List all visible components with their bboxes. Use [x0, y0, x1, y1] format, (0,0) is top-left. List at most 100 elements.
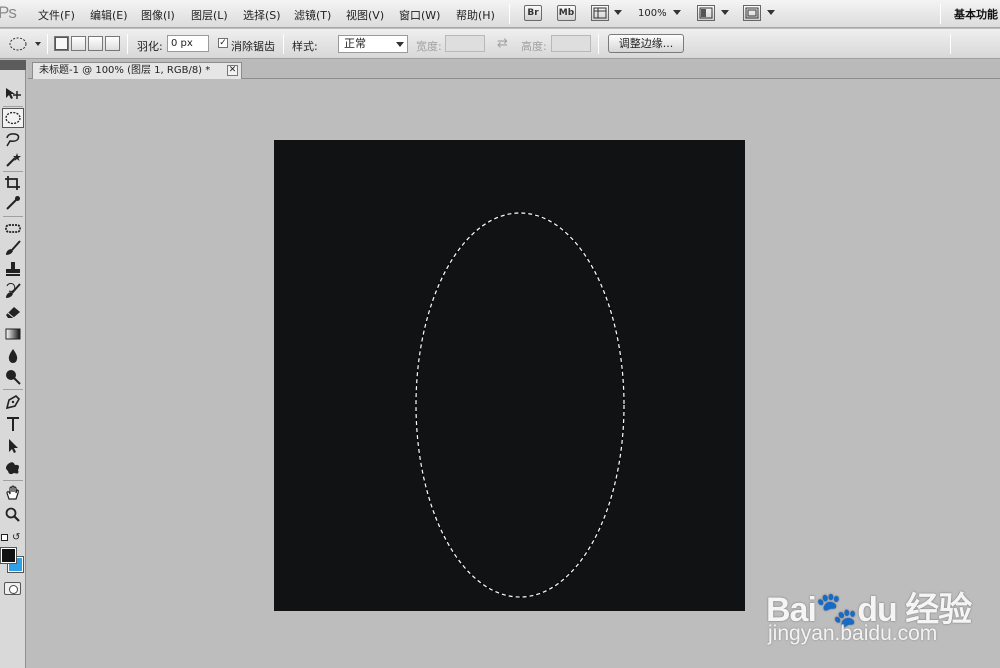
menu-edit[interactable]: 编辑(E): [90, 7, 128, 23]
menu-select[interactable]: 选择(S): [243, 7, 281, 23]
style-select[interactable]: 正常: [338, 35, 408, 53]
eraser-tool[interactable]: [2, 302, 24, 322]
magic-wand-tool[interactable]: [2, 150, 24, 170]
lasso-tool[interactable]: [2, 130, 24, 150]
drop-icon: [8, 349, 18, 363]
separator: [3, 480, 23, 481]
crop-tool[interactable]: [2, 173, 24, 193]
swap-colors-icon[interactable]: ↺: [12, 532, 20, 543]
separator: [283, 34, 284, 54]
move-tool[interactable]: [2, 84, 24, 104]
stamp-icon: [6, 262, 20, 276]
style-label: 样式:: [292, 40, 318, 53]
brush-tool[interactable]: [2, 238, 24, 258]
workspace-switcher[interactable]: 基本功能: [954, 6, 998, 22]
shape-icon: [6, 462, 19, 475]
history-brush-tool[interactable]: [2, 281, 24, 301]
eraser-icon: [6, 307, 20, 319]
brush-icon: [6, 240, 21, 255]
clone-stamp-tool[interactable]: [2, 259, 24, 279]
separator: [3, 389, 23, 390]
gradient-tool[interactable]: [2, 324, 24, 344]
menu-help[interactable]: 帮助(H): [456, 7, 495, 23]
feather-label: 羽化:: [137, 40, 163, 53]
grid-icon: [593, 7, 607, 19]
bandage-icon: [5, 224, 21, 233]
swap-dimensions-icon[interactable]: ⇄: [497, 36, 508, 51]
gradient-icon: [5, 328, 21, 340]
spot-healing-brush-tool[interactable]: [2, 218, 24, 238]
hand-tool[interactable]: [2, 483, 24, 503]
foreground-color-swatch[interactable]: [0, 547, 17, 564]
app-logo: Ps: [0, 3, 17, 22]
custom-shape-tool[interactable]: [2, 458, 24, 478]
arrow-pointer-icon: [9, 439, 18, 453]
lasso-icon: [6, 133, 20, 147]
type-tool[interactable]: [2, 414, 24, 434]
separator: [47, 34, 48, 54]
dodge-icon: [6, 370, 21, 385]
elliptical-selection-marquee[interactable]: [274, 140, 745, 611]
subtract-from-selection-button[interactable]: [88, 36, 103, 51]
view-extras-button[interactable]: [591, 5, 609, 21]
style-select-value: 正常: [344, 37, 366, 50]
menu-filter[interactable]: 滤镜(T): [294, 7, 331, 23]
feather-input[interactable]: 0 px: [167, 35, 209, 52]
chevron-down-icon[interactable]: [614, 10, 622, 15]
antialias-checkbox[interactable]: ✓: [218, 38, 228, 48]
refine-edge-button[interactable]: 调整边缘...: [608, 34, 684, 53]
eyedropper-tool[interactable]: [2, 193, 24, 213]
separator: [127, 34, 128, 54]
magnifier-icon: [5, 507, 20, 522]
separator: [598, 34, 599, 54]
zoom-level[interactable]: 100%: [638, 8, 667, 19]
chevron-down-icon: [396, 42, 404, 47]
menu-view[interactable]: 视图(V): [346, 7, 384, 23]
crop-icon: [5, 176, 20, 190]
mini-bridge-button[interactable]: Mb: [557, 5, 576, 21]
baidu-jingyan-watermark: Bai🐾du 经验 jingyan.baidu.com: [760, 560, 1000, 665]
menu-window[interactable]: 窗口(W): [399, 7, 440, 23]
elliptical-marquee-tool[interactable]: [2, 108, 24, 128]
chevron-down-icon[interactable]: [721, 10, 729, 15]
default-colors-icon[interactable]: [1, 534, 8, 541]
document-canvas[interactable]: [274, 140, 745, 611]
path-selection-tool[interactable]: [2, 436, 24, 456]
separator: [3, 171, 23, 172]
antialias-label: 消除锯齿: [231, 40, 275, 53]
bridge-button[interactable]: Br: [524, 5, 542, 21]
hand-icon: [6, 485, 19, 500]
tools-panel-header[interactable]: [0, 60, 26, 70]
blur-tool[interactable]: [2, 346, 24, 366]
options-bar: 羽化: 0 px ✓ 消除锯齿 样式: 正常 宽度: ⇄ 高度: 调整边缘...: [0, 29, 1000, 59]
screen-mode-button[interactable]: [743, 5, 761, 21]
chevron-down-icon[interactable]: [673, 10, 681, 15]
new-selection-button[interactable]: [54, 36, 69, 51]
eyedropper-icon: [6, 196, 20, 210]
zoom-tool[interactable]: [2, 505, 24, 525]
type-icon: [7, 417, 19, 431]
menu-image[interactable]: 图像(I): [141, 7, 175, 23]
magic-wand-icon: [6, 153, 21, 167]
pen-tool[interactable]: [2, 392, 24, 412]
add-to-selection-button[interactable]: [71, 36, 86, 51]
intersect-selection-button[interactable]: [105, 36, 120, 51]
height-input[interactable]: [551, 35, 591, 52]
history-brush-icon: [6, 283, 21, 298]
chevron-down-icon[interactable]: [767, 10, 775, 15]
dodge-tool[interactable]: [2, 367, 24, 387]
height-label: 高度:: [521, 40, 547, 53]
quick-mask-button[interactable]: [4, 582, 21, 595]
width-input[interactable]: [445, 35, 485, 52]
tool-preset-picker[interactable]: [6, 35, 42, 53]
tools-panel: ↺: [0, 60, 26, 668]
menu-file[interactable]: 文件(F): [38, 7, 75, 23]
menu-bar: Ps 文件(F) 编辑(E) 图像(I) 图层(L) 选择(S) 滤镜(T) 视…: [0, 0, 1000, 28]
menu-layer[interactable]: 图层(L): [191, 7, 228, 23]
arrange-documents-button[interactable]: [697, 5, 715, 21]
pen-icon: [5, 395, 20, 410]
separator: [3, 216, 23, 217]
ellipse-marquee-icon: [9, 37, 41, 51]
document-tab[interactable]: 未标题-1 @ 100% (图层 1, RGB/8) * ✕: [32, 62, 242, 79]
close-icon[interactable]: ✕: [227, 65, 238, 76]
